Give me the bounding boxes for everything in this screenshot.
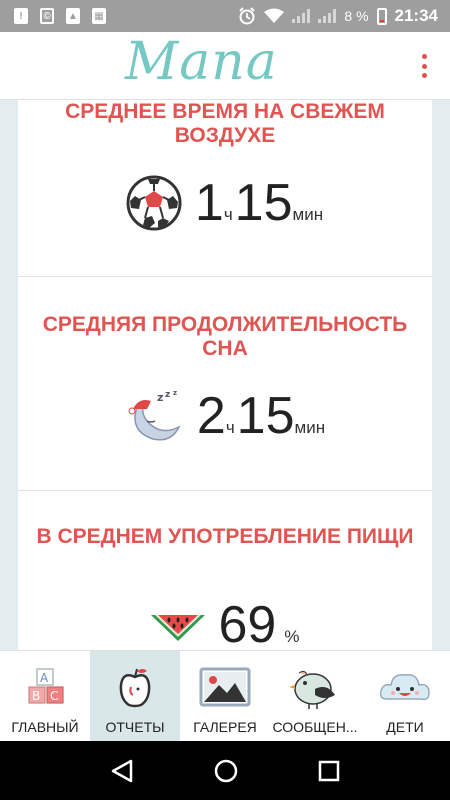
copyright-notification-icon: © bbox=[40, 8, 54, 24]
abc-blocks-icon: A B C bbox=[28, 668, 64, 704]
bird-icon bbox=[289, 670, 335, 709]
cloud-face-icon bbox=[379, 673, 430, 701]
status-bar: ! © ▲ ▦ 8 % 21:34 bbox=[0, 0, 450, 32]
reports-content[interactable]: СРЕДНЕЕ ВРЕМЯ НА СВЕЖЕМ ВОЗДУХЕ 1 ч 15 м… bbox=[0, 100, 450, 650]
signal-icon bbox=[292, 9, 311, 23]
nav-item-gallery[interactable]: ГАЛЕРЕЯ bbox=[180, 651, 270, 741]
stat-value-row: 1 ч 15 мин bbox=[18, 174, 432, 232]
stat-minutes: 15 bbox=[234, 174, 293, 232]
back-icon[interactable] bbox=[109, 758, 135, 784]
svg-text:C: C bbox=[50, 689, 58, 703]
svg-text:z: z bbox=[173, 389, 177, 397]
stat-value-row: z z z 2 ч 15 мин bbox=[18, 387, 432, 445]
svg-text:A: A bbox=[40, 671, 49, 685]
nav-label: ДЕТИ bbox=[386, 719, 424, 735]
stat-title: СРЕДНЯЯ ПРОДОЛЖИТЕЛЬНОСТЬ СНА bbox=[42, 313, 408, 360]
stat-hours-unit: ч bbox=[225, 418, 235, 437]
picture-icon bbox=[199, 667, 251, 707]
image-notification-icon: ▲ bbox=[66, 8, 80, 24]
stats-card: СРЕДНЕЕ ВРЕМЯ НА СВЕЖЕМ ВОЗДУХЕ 1 ч 15 м… bbox=[18, 100, 432, 650]
battery-percent: 8 % bbox=[344, 8, 369, 24]
stat-hours-unit: ч bbox=[223, 205, 233, 224]
nav-item-kids[interactable]: ДЕТИ bbox=[360, 651, 450, 741]
svg-text:z: z bbox=[165, 390, 170, 400]
home-icon[interactable] bbox=[213, 758, 239, 784]
soccer-ball-icon bbox=[126, 175, 182, 231]
nav-label: ГАЛЕРЕЯ bbox=[193, 719, 257, 735]
nav-item-home[interactable]: A B C ГЛАВНЫЙ bbox=[0, 651, 90, 741]
sleeping-moon-icon: z z z bbox=[128, 389, 181, 441]
nav-item-reports[interactable]: ОТЧЕТЫ bbox=[90, 651, 180, 741]
svg-text:B: B bbox=[32, 689, 40, 703]
recent-apps-icon[interactable] bbox=[317, 759, 341, 783]
grid-notification-icon: ▦ bbox=[92, 8, 106, 24]
watermelon-icon bbox=[150, 615, 205, 641]
app-bar: Mana bbox=[0, 32, 450, 100]
stat-title: В СРЕДНЕМ УПОТРЕБЛЕНИЕ ПИЩИ bbox=[36, 525, 414, 548]
alarm-icon bbox=[239, 7, 256, 25]
stat-minutes-unit: мин bbox=[294, 418, 326, 437]
apple-icon bbox=[119, 668, 151, 708]
signal-2-icon bbox=[318, 9, 337, 23]
stat-hours: 1 bbox=[194, 174, 224, 232]
nav-label: ГЛАВНЫЙ bbox=[11, 719, 79, 735]
stat-value-row: 69 % bbox=[18, 599, 432, 650]
stat-outdoor-time: СРЕДНЕЕ ВРЕМЯ НА СВЕЖЕМ ВОЗДУХЕ 1 ч 15 м… bbox=[18, 100, 432, 277]
battery-icon bbox=[376, 7, 387, 25]
stat-value: 1 ч 15 мин bbox=[195, 177, 325, 229]
wifi-icon bbox=[264, 8, 285, 23]
clock: 21:34 bbox=[394, 6, 438, 25]
stat-value: 2 ч 15 мин bbox=[197, 390, 327, 442]
overflow-menu-icon[interactable] bbox=[420, 54, 428, 78]
stat-sleep-duration: СРЕДНЯЯ ПРОДОЛЖИТЕЛЬНОСТЬ СНА z z z 2 ч … bbox=[18, 277, 432, 491]
bottom-navigation: A B C ГЛАВНЫЙ ОТЧЕТЫ ГАЛЕРЕЯ СООБЩЕН... … bbox=[0, 650, 450, 741]
stat-percent-unit: % bbox=[284, 627, 300, 646]
svg-text:z: z bbox=[157, 391, 163, 404]
app-logo: Mana bbox=[125, 32, 278, 92]
stat-value: 69 % bbox=[219, 599, 302, 650]
stat-hours: 2 bbox=[196, 387, 226, 445]
stat-title: СРЕДНЕЕ ВРЕМЯ НА СВЕЖЕМ ВОЗДУХЕ bbox=[65, 100, 385, 147]
nav-label: ОТЧЕТЫ bbox=[105, 719, 165, 735]
stat-percent: 69 bbox=[218, 596, 277, 650]
stat-minutes: 15 bbox=[236, 387, 295, 445]
stat-food-intake: В СРЕДНЕМ УПОТРЕБЛЕНИЕ ПИЩИ 69 % bbox=[18, 491, 432, 650]
system-navigation-bar bbox=[0, 741, 450, 800]
nav-item-messages[interactable]: СООБЩЕН... bbox=[270, 651, 360, 741]
nav-label: СООБЩЕН... bbox=[272, 719, 358, 735]
stat-minutes-unit: мин bbox=[292, 205, 324, 224]
alert-notification-icon: ! bbox=[14, 8, 28, 24]
